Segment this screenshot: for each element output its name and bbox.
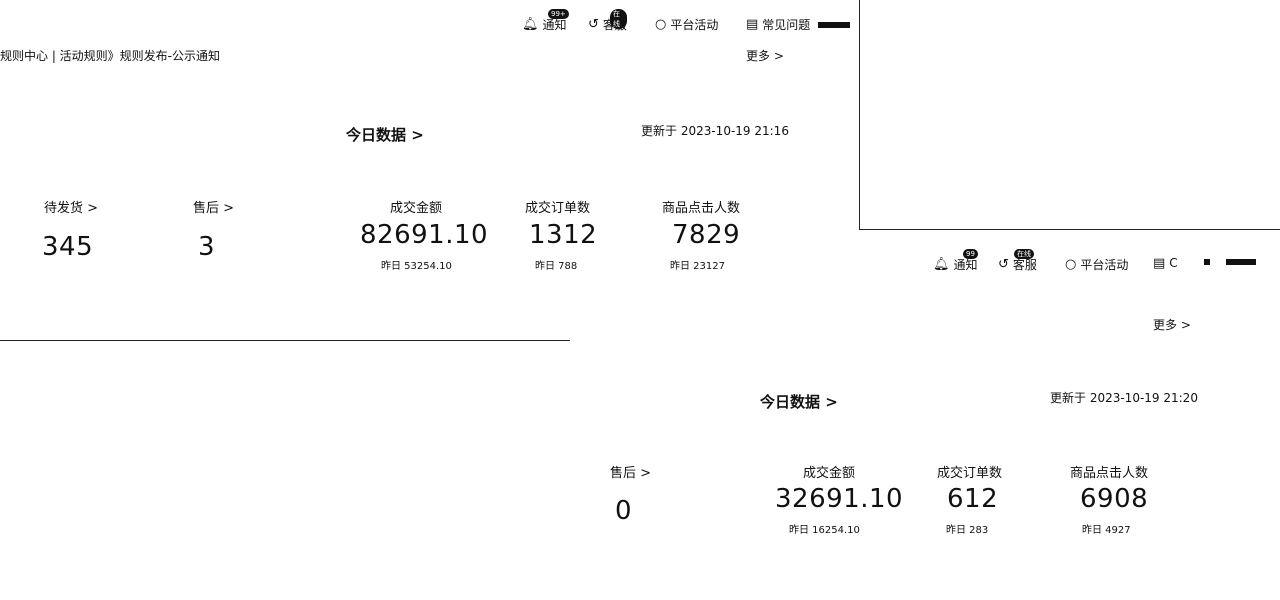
metric-label: 商品点击人数	[662, 201, 741, 216]
after-sales-label-right[interactable]: 售后 >	[610, 462, 651, 481]
service-badge: 在线	[610, 9, 627, 29]
nav-faq-left[interactable]: ▤ 常见问题	[746, 16, 810, 33]
metric-label: 成交金额	[803, 466, 856, 481]
pending-shipment-label[interactable]: 待发货 >	[44, 197, 98, 216]
metric-value: 82691.10	[360, 220, 489, 250]
metric-yesterday: 昨日 23127	[670, 261, 725, 272]
chat-bubble-icon: ○	[1065, 257, 1077, 272]
nav-platform-right[interactable]: ○ 平台活动	[1065, 256, 1128, 273]
today-data-title-left[interactable]: 今日数据 >	[346, 124, 424, 145]
metric-yesterday: 昨日 4927	[1082, 525, 1131, 536]
dot-icon	[1204, 259, 1210, 265]
metric-value: 1312	[529, 220, 598, 250]
nav-faq-right[interactable]: ▤ C	[1153, 256, 1178, 270]
breadcrumb[interactable]: 规则中心 | 活动规则》规则发布-公示通知	[0, 47, 220, 64]
nav-faq-label: 常见问题	[762, 18, 811, 32]
divider-left	[0, 340, 570, 341]
user-avatar-right[interactable]	[1226, 259, 1256, 265]
metric-value: 32691.10	[775, 484, 904, 514]
update-time-right: 更新于 2023-10-19 21:20	[1050, 391, 1198, 405]
after-sales-label-left[interactable]: 售后 >	[193, 197, 234, 216]
after-sales-value-left: 3	[198, 232, 216, 262]
nav-service-left[interactable]: ↺ 客服 在线	[588, 9, 627, 33]
nav-service-right[interactable]: ↺ 客服 在线	[998, 249, 1037, 273]
notice-badge: 99	[963, 249, 978, 259]
nav-faq-label: C	[1169, 256, 1178, 270]
document-icon: ▤	[1153, 255, 1166, 271]
document-icon: ▤	[746, 17, 759, 32]
metric-label: 成交订单数	[525, 201, 591, 216]
chat-bubble-icon: ○	[655, 17, 667, 32]
metric-value: 7829	[672, 220, 741, 250]
more-link-left[interactable]: 更多 >	[746, 47, 784, 64]
pending-shipment-value: 345	[42, 232, 94, 262]
metric-yesterday: 昨日 53254.10	[381, 261, 452, 272]
notice-badge: 99+	[548, 9, 569, 19]
metric-label: 成交订单数	[937, 466, 1003, 481]
today-data-title-right[interactable]: 今日数据 >	[760, 391, 838, 412]
metric-yesterday: 昨日 16254.10	[789, 525, 860, 536]
metric-value: 6908	[1080, 484, 1149, 514]
nav-platform-label: 平台活动	[1080, 258, 1129, 272]
nav-platform-label: 平台活动	[670, 18, 719, 32]
headset-icon: ↺	[998, 257, 1009, 272]
metric-value: 612	[947, 484, 999, 514]
nav-notice-left[interactable]: 🔔︎ 通知 99+	[522, 9, 569, 33]
metric-label: 成交金额	[390, 201, 443, 216]
metric-yesterday: 昨日 283	[946, 525, 989, 536]
update-time-left: 更新于 2023-10-19 21:16	[641, 124, 789, 138]
after-sales-value-right: 0	[615, 496, 633, 526]
nav-platform-left[interactable]: ○ 平台活动	[655, 16, 718, 33]
overlay-border-left	[859, 0, 860, 230]
service-badge: 在线	[1014, 249, 1034, 259]
metric-label: 商品点击人数	[1070, 466, 1149, 481]
bell-icon: 🔔︎	[522, 17, 539, 32]
nav-notice-right[interactable]: 🔔︎ 通知 99	[933, 249, 978, 273]
overlay-border-bottom	[859, 229, 1280, 230]
user-avatar-left[interactable]	[818, 22, 850, 28]
headset-icon: ↺	[588, 17, 599, 32]
metric-yesterday: 昨日 788	[535, 261, 578, 272]
bell-icon: 🔔︎	[933, 257, 950, 272]
more-link-right[interactable]: 更多 >	[1153, 316, 1191, 333]
